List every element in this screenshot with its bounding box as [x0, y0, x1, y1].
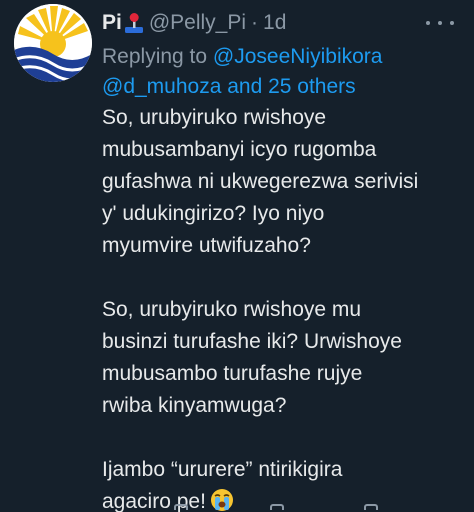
- body-line: mubusambanyi icyo rugomba: [102, 138, 377, 161]
- action-bar: [102, 504, 474, 512]
- body-line: myumvire utwifuzaho?: [102, 234, 311, 257]
- like-icon[interactable]: [364, 504, 378, 510]
- body-line: y' udukingirizo? Iyo niyo: [102, 202, 325, 225]
- timestamp[interactable]: 1d: [263, 10, 286, 36]
- avatar[interactable]: [14, 4, 92, 82]
- body-line: gufashwa ni ukwegerezwa serivisi: [102, 170, 419, 193]
- body-line: So, urubyiruko rwishoye mu: [102, 298, 362, 321]
- body-line: So, urubyiruko rwishoye: [102, 106, 327, 129]
- body-line: businzi turufashe iki? Urwishoye: [102, 330, 402, 353]
- separator-dot: ·: [251, 11, 259, 34]
- mention-link-others[interactable]: @d_muhoza and 25 others: [102, 75, 356, 98]
- body-line: Ijambo “ururere” ntirikigira: [102, 458, 343, 481]
- more-options-icon[interactable]: [426, 12, 454, 34]
- joystick-icon: [124, 12, 144, 34]
- tweet[interactable]: Pi @Pelly_Pi · 1d Replying to @JoseeNiyi…: [0, 0, 474, 512]
- sunburst-logo-icon: [14, 4, 92, 82]
- replying-to-label: Replying to: [102, 45, 208, 68]
- mention-link-primary[interactable]: @JoseeNiyibikora: [213, 45, 383, 68]
- handle[interactable]: @Pelly_Pi: [149, 10, 246, 36]
- retweet-icon[interactable]: [270, 504, 284, 510]
- reply-icon[interactable]: [174, 504, 188, 510]
- tweet-header: Pi @Pelly_Pi · 1d: [102, 10, 286, 36]
- body-line: rwiba kinyamwuga?: [102, 394, 287, 417]
- display-name[interactable]: Pi: [102, 10, 122, 36]
- replying-to: Replying to @JoseeNiyibikora @d_muhoza a…: [102, 42, 462, 102]
- body-line: mubusambo turufashe rujye: [102, 362, 363, 385]
- tweet-body: So, urubyiruko rwishoye mubusambanyi icy…: [102, 102, 462, 512]
